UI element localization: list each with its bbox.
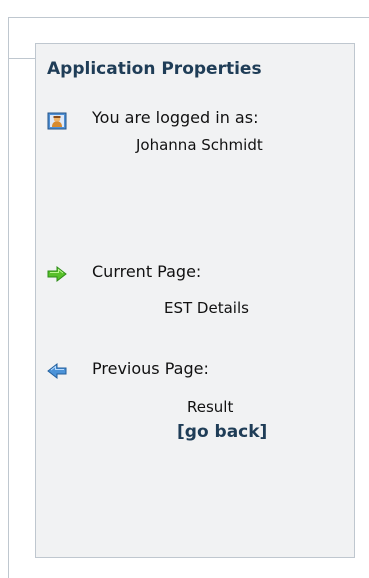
outer-frame-top-border — [8, 17, 369, 18]
arrow-right-icon — [47, 265, 67, 283]
panel-title: Application Properties — [47, 59, 262, 79]
arrow-left-icon — [47, 362, 67, 380]
current-page-value: EST Details — [164, 299, 249, 317]
application-properties-panel: Application Properties You are logged in… — [35, 43, 355, 558]
user-icon — [47, 112, 67, 130]
logged-in-user-name: Johanna Schmidt — [136, 136, 263, 154]
previous-page-value: Result — [187, 398, 234, 416]
go-back-link[interactable]: [go back] — [177, 422, 267, 442]
previous-page-label: Previous Page: — [92, 359, 209, 378]
logged-in-label: You are logged in as: — [92, 108, 259, 127]
current-page-label: Current Page: — [92, 262, 202, 281]
panel-connector-line — [8, 58, 36, 59]
outer-frame-left-border — [8, 17, 9, 578]
